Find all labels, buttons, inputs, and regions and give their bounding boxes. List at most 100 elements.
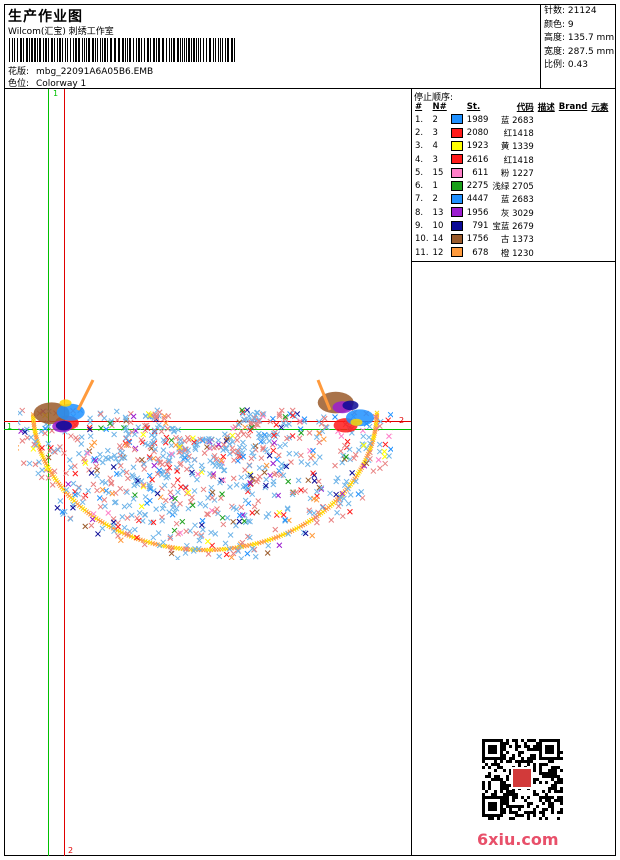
cell-stitches: 2616 (466, 154, 489, 165)
cell-index: 8. (415, 207, 424, 218)
cell-stitches: 2275 (466, 181, 489, 192)
cell-swatch (449, 140, 465, 153)
cell-code: 古 1373 (500, 235, 534, 246)
stats-panel: 针数: 21124 颜色: 9 高度: 135.7 mm 宽度: 287.5 m… (540, 4, 616, 88)
cell-index: 10. (415, 234, 429, 245)
company-name: Wilcom(汇宝) 刺绣工作室 (8, 27, 114, 37)
stat-width: 宽度: 287.5 mm (544, 46, 615, 57)
table-row: 1. 2 1989 蓝 2683 (413, 113, 610, 126)
cell-stitches: 1956 (466, 207, 489, 218)
cell-stitches: 1989 (466, 114, 489, 125)
table-row: 2. 3 2080 红1418 (413, 126, 610, 139)
cell-swatch (449, 113, 465, 126)
table-row: 4. 3 2616 红1418 (413, 153, 610, 166)
cell-code: 红1418 (503, 155, 534, 166)
cell-needle: 3 (432, 127, 438, 138)
col-code: 代码 (516, 103, 534, 113)
cell-swatch (449, 233, 465, 246)
cell-code: 黄 1339 (500, 142, 534, 153)
cell-code: 粉 1227 (500, 168, 534, 179)
cell-swatch (449, 179, 465, 192)
cell-index: 7. (415, 194, 424, 205)
cell-needle: 2 (432, 194, 438, 205)
col-desc: 描述 (537, 103, 555, 113)
guide-label-v2: 2 (68, 846, 74, 855)
stop-sequence-panel: 停止顺序: # N# St. 代码 描述 Brand 元素 1. 2 1989 蓝 2… (411, 89, 616, 262)
cell-swatch (449, 219, 465, 232)
col-element: 元素 (591, 103, 609, 113)
cell-swatch (449, 246, 465, 259)
stop-sequence-table: # N# St. 代码 描述 Brand 元素 1. 2 1989 蓝 2683 2. 3… (413, 101, 610, 259)
col-brand: Brand (558, 102, 588, 112)
cell-code: 橙 1230 (500, 248, 534, 259)
cell-needle: 3 (432, 154, 438, 165)
cell-needle: 12 (432, 247, 444, 258)
page-title: 生产作业图 (8, 9, 83, 25)
stat-stitches: 针数: 21124 (544, 6, 597, 16)
cell-stitches: 2080 (466, 127, 489, 138)
cell-code: 蓝 2683 (500, 195, 534, 206)
stat-colors: 颜色: 9 (544, 19, 574, 30)
qr-code (482, 739, 563, 820)
color-swatch (450, 167, 463, 178)
cell-stitches: 611 (472, 167, 489, 178)
table-row: 3. 4 1923 黄 1339 (413, 140, 610, 153)
cell-stitches: 1756 (466, 234, 489, 245)
color-swatch (450, 247, 463, 258)
table-row: 9. 10 791 宝蓝 2679 (413, 219, 610, 232)
cell-code: 宝蓝 2679 (492, 222, 534, 233)
col-index: # (415, 102, 423, 112)
cell-needle: 4 (432, 141, 438, 152)
cell-swatch (449, 193, 465, 206)
cell-stitches: 4447 (466, 194, 489, 205)
cell-code: 浅绿 2705 (492, 182, 534, 193)
color-swatch (450, 127, 463, 138)
table-row: 5. 15 611 粉 1227 (413, 166, 610, 179)
table-row: 6. 1 2275 浅绿 2705 (413, 179, 610, 192)
table-row: 8. 13 1956 灰 3029 (413, 206, 610, 219)
guide-label-h2: 2 (399, 416, 405, 425)
color-swatch (450, 220, 463, 231)
cell-stitches: 678 (472, 247, 489, 258)
cell-index: 11. (415, 247, 429, 258)
watermark: 6xiu.com (477, 830, 559, 849)
color-swatch (450, 180, 463, 191)
cell-needle: 2 (432, 114, 438, 125)
cell-stitches: 1923 (466, 141, 489, 152)
cell-index: 5. (415, 167, 424, 178)
cell-swatch (449, 126, 465, 139)
stat-scale: 比例: 0.43 (544, 60, 588, 71)
barcode (9, 38, 235, 62)
col-needle: N# (432, 102, 447, 112)
guide-label-v1: 1 (53, 89, 59, 98)
col-swatch (449, 101, 465, 113)
cell-needle: 1 (432, 181, 438, 192)
colorway-name: Colorway 1 (36, 79, 87, 89)
col-stitches: St. (466, 102, 481, 112)
color-swatch (450, 140, 463, 151)
cell-index: 6. (415, 181, 424, 192)
cell-index: 4. (415, 154, 424, 165)
cell-needle: 10 (432, 221, 444, 232)
color-swatch (450, 234, 463, 245)
table-row: 11. 12 678 橙 1230 (413, 246, 610, 259)
colorway-line: 色位: Colorway 1 (8, 76, 86, 89)
cell-swatch (449, 166, 465, 179)
color-swatch (450, 154, 463, 165)
cell-index: 2. (415, 127, 424, 138)
cell-needle: 13 (432, 207, 444, 218)
table-row: 7. 2 4447 蓝 2683 (413, 193, 610, 206)
color-swatch (450, 114, 463, 125)
cell-code: 红1418 (503, 128, 534, 139)
table-header-row: # N# St. 代码 描述 Brand 元素 (413, 101, 610, 113)
cell-index: 1. (415, 114, 424, 125)
cell-index: 3. (415, 141, 424, 152)
cell-stitches: 791 (472, 221, 489, 232)
header: 生产作业图 Wilcom(汇宝) 刺绣工作室 花版: mbg_22091A6A05… (4, 4, 616, 89)
guide-label-h1: 1 (7, 422, 13, 431)
colorway-label: 色位: (8, 79, 30, 89)
stat-height: 高度: 135.7 mm (544, 33, 615, 44)
cell-needle: 15 (432, 167, 444, 178)
embroidery-design-image (18, 379, 393, 560)
cell-swatch (449, 206, 465, 219)
